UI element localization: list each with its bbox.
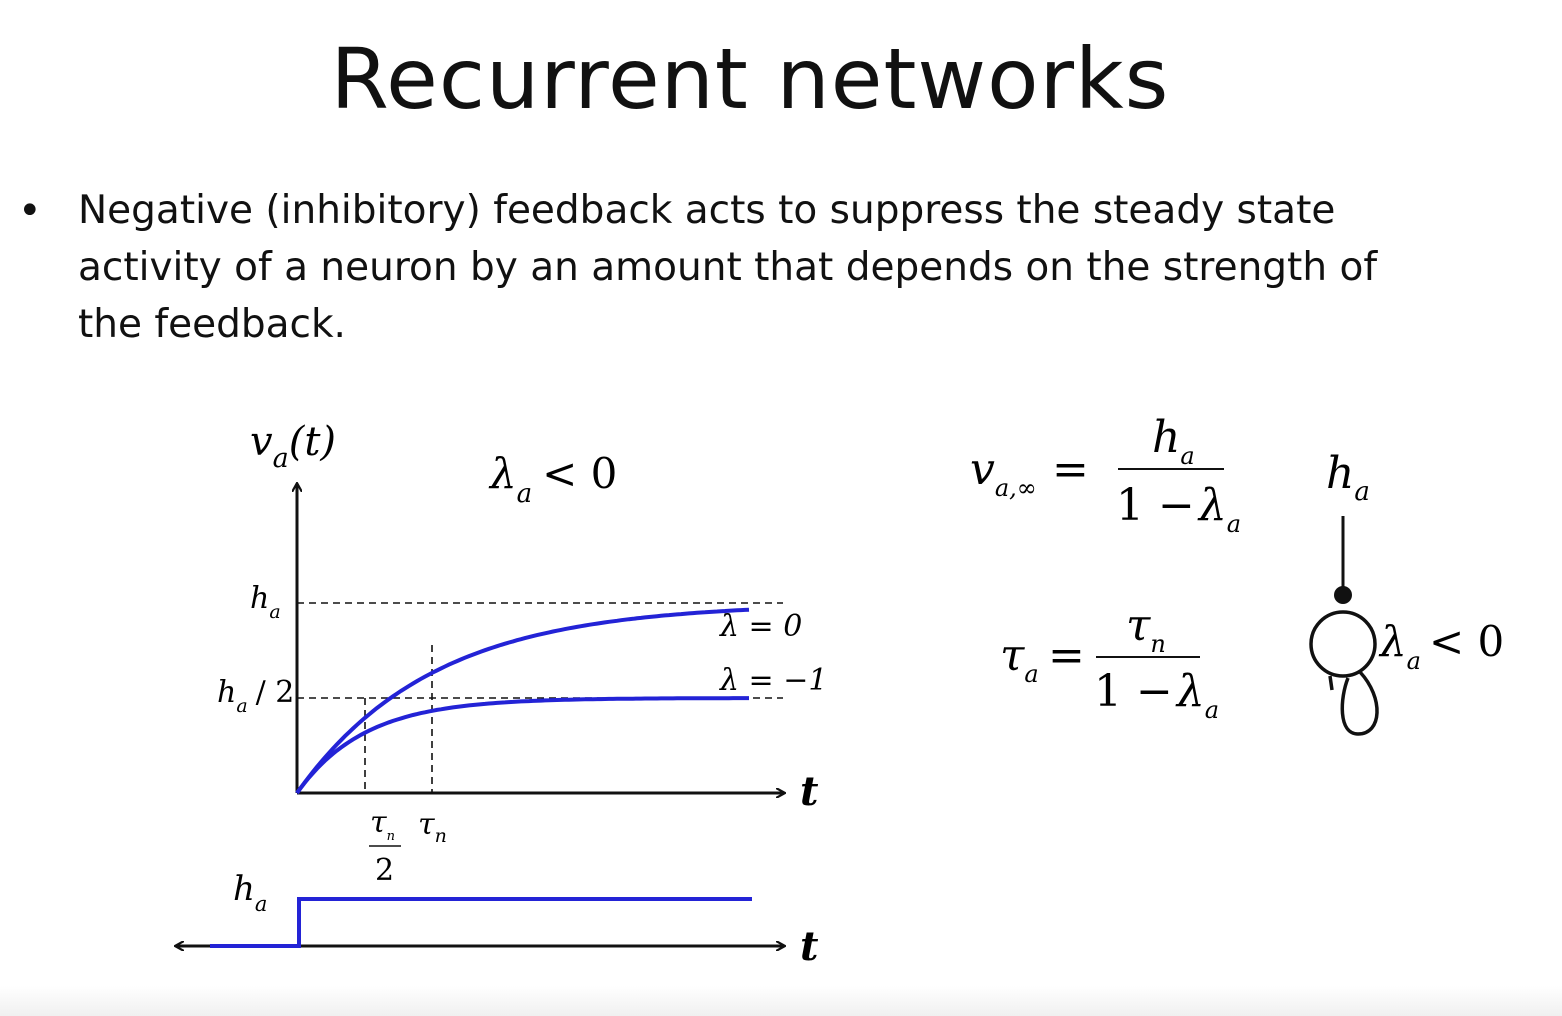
tick-tau: τn bbox=[418, 807, 447, 847]
neuron-icon bbox=[1309, 610, 1377, 678]
svg-text:τa: τa bbox=[1000, 630, 1039, 688]
x-axis-label: t bbox=[800, 768, 819, 815]
svg-text:1 −λa: 1 −λa bbox=[1094, 666, 1219, 724]
svg-text:τn: τn bbox=[370, 805, 395, 844]
svg-text:=: = bbox=[1052, 444, 1089, 495]
svg-text:ha: ha bbox=[1152, 412, 1195, 470]
synapse-dot bbox=[1334, 586, 1352, 604]
neuron-feedback-diagram: ha λa < 0 bbox=[1309, 448, 1504, 736]
tick-tau-half: τn 2 bbox=[369, 805, 401, 888]
bottom-shading bbox=[0, 986, 1562, 1016]
svg-text:=: = bbox=[1048, 630, 1085, 681]
feedback-loop bbox=[1328, 670, 1379, 736]
curve-lambda-zero-label: λ = 0 bbox=[719, 609, 802, 644]
time-constant-equation: τa = τn 1 −λa bbox=[1000, 600, 1219, 724]
step-input-signal bbox=[210, 897, 752, 948]
condition-label: λa < 0 bbox=[488, 449, 617, 509]
svg-text:2: 2 bbox=[375, 853, 394, 888]
h-half-label: ha/ 2 bbox=[217, 675, 294, 717]
h-level-label: ha bbox=[250, 581, 281, 623]
y-axis-label: va(t) bbox=[250, 419, 336, 474]
svg-text:τn: τn bbox=[1126, 600, 1166, 658]
steady-state-equation: va,∞ = ha 1 −λa bbox=[970, 412, 1241, 538]
svg-text:1 −λa: 1 −λa bbox=[1116, 480, 1241, 538]
svg-text:va,∞: va,∞ bbox=[970, 444, 1037, 502]
feedback-strength-label: λa < 0 bbox=[1378, 617, 1504, 675]
input-label: ha bbox=[233, 869, 267, 916]
curve-lambda-minus-one-label: λ = −1 bbox=[719, 663, 827, 698]
recurrent-network-figure: va(t) t λa < 0 ha ha/ 2 λ = 0 λ = −1 τn 2… bbox=[0, 412, 1504, 970]
input-axis-label: t bbox=[800, 923, 819, 970]
neuron-input-label: ha bbox=[1326, 448, 1370, 507]
